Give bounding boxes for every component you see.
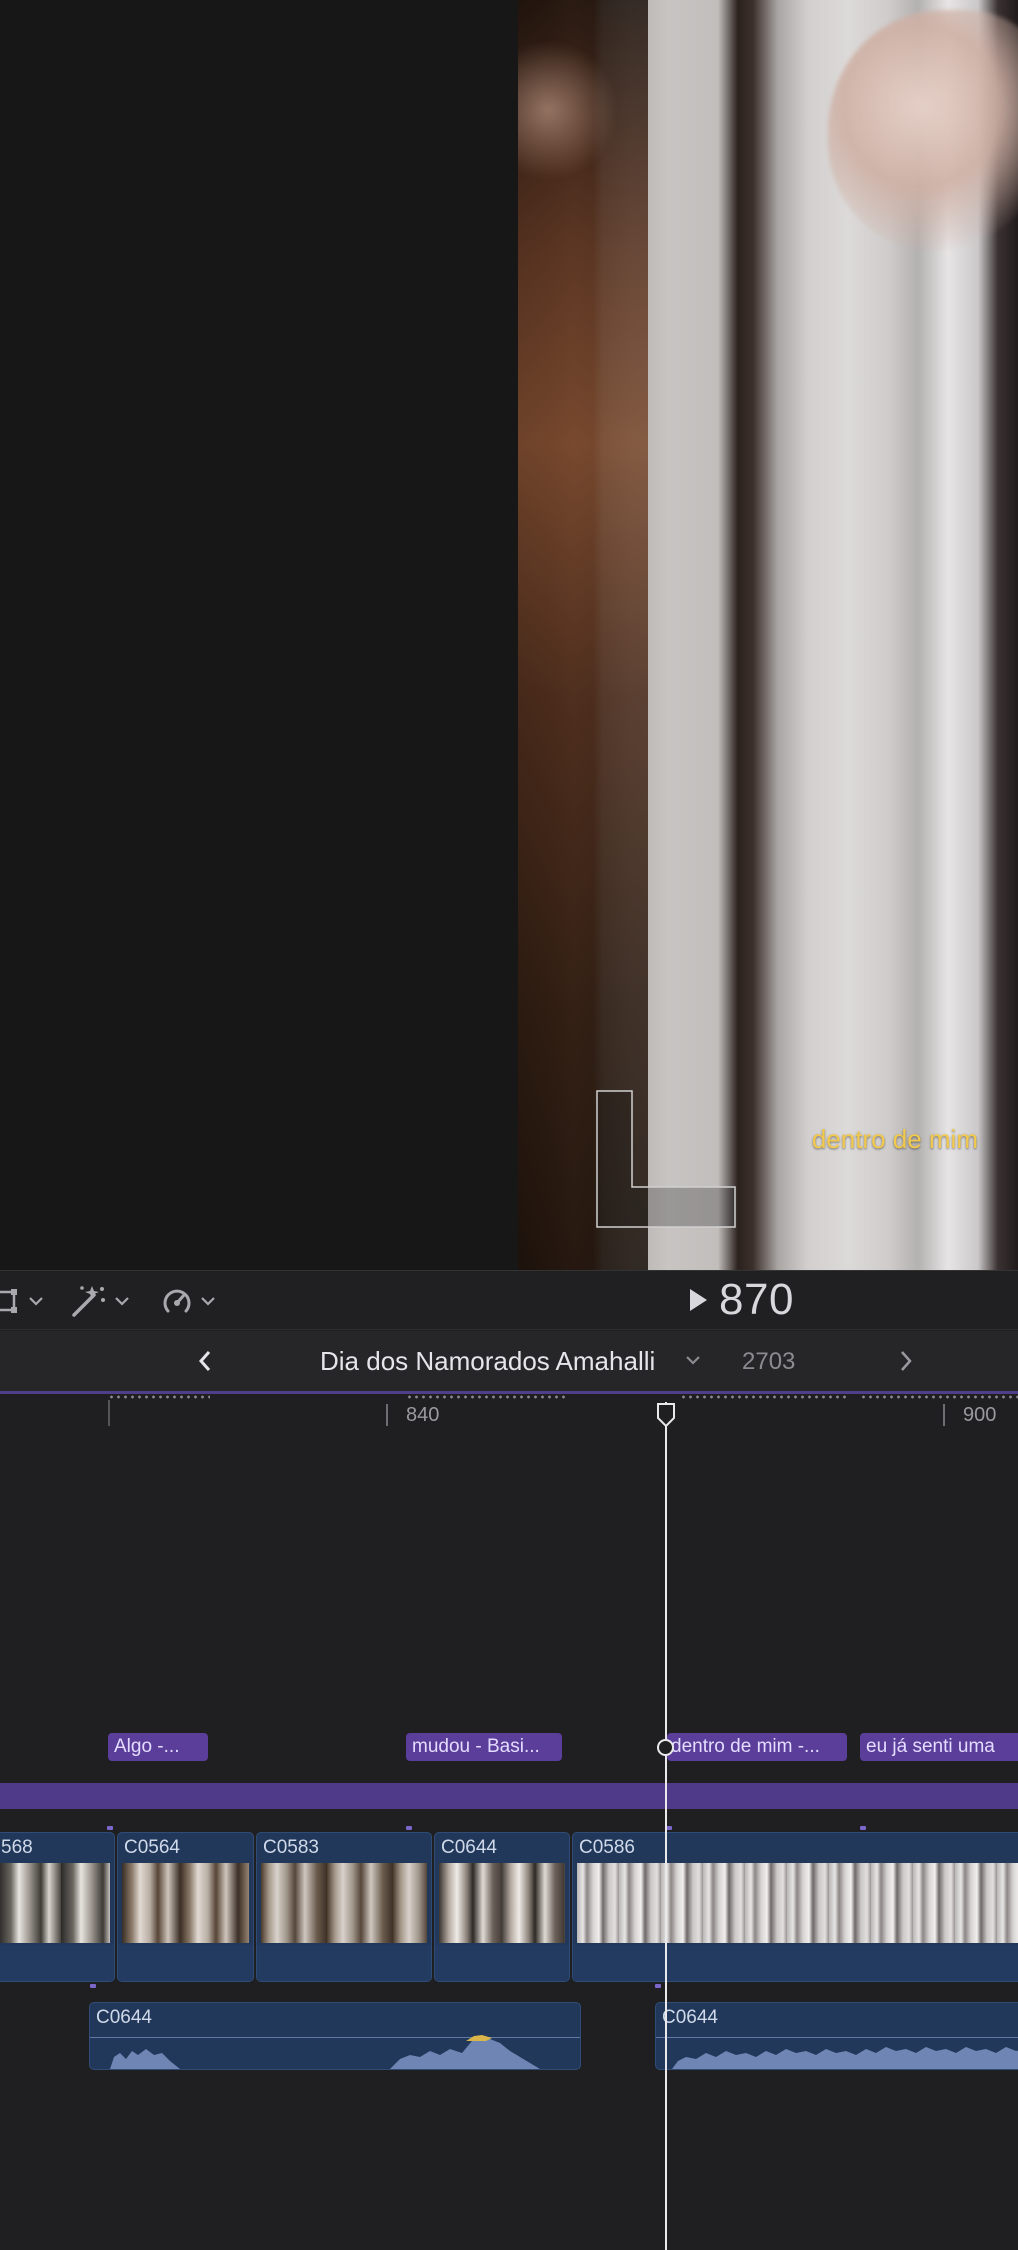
video-clip[interactable]: C0564 — [117, 1832, 254, 1982]
title-safe-corner-guide — [596, 1090, 736, 1228]
timecode-value: 870 — [719, 1275, 794, 1324]
frame-wood-texture — [518, 0, 648, 1270]
chevron-right-icon — [901, 1351, 912, 1371]
clip-audio-strip — [435, 1945, 569, 1981]
marker-3[interactable]: eu já senti uma — [860, 1733, 1018, 1761]
chevron-down-icon — [201, 1297, 215, 1306]
speedometer-icon — [163, 1289, 191, 1313]
ruler-label-900: 900 — [963, 1404, 997, 1426]
clip-name: C0586 — [579, 1837, 635, 1858]
clip-thumbnails — [0, 1863, 110, 1943]
video-clip[interactable]: C0586 — [572, 1832, 1018, 1982]
timeline-ruler[interactable] — [0, 1394, 1018, 1434]
previous-project-button[interactable] — [187, 1343, 223, 1379]
clip-marker-tick — [107, 1826, 113, 1830]
video-clip[interactable]: C0583 — [256, 1832, 432, 1982]
play-icon[interactable] — [690, 1289, 707, 1311]
clip-name: C0583 — [263, 1837, 319, 1858]
project-menu-chevron-icon[interactable] — [683, 1350, 703, 1370]
playhead-handle-icon[interactable] — [656, 1402, 676, 1428]
title-clip-bar[interactable] — [0, 1783, 1018, 1809]
clip-thumbnails — [439, 1863, 565, 1943]
clip-marker-tick — [655, 1984, 661, 1988]
clip-name: C0644 — [441, 1837, 497, 1858]
ruler-dotted-range — [680, 1395, 848, 1399]
app-window: dentro de mim 870 Dia dos Namorados Amah… — [0, 0, 1018, 2250]
ruler-tick — [386, 1404, 388, 1426]
project-duration: 2703 — [742, 1348, 796, 1375]
video-clip[interactable]: C0644 — [434, 1832, 570, 1982]
video-clip[interactable]: 568 — [0, 1832, 115, 1982]
clip-audio-strip — [118, 1945, 253, 1981]
clip-marker-tick — [406, 1826, 412, 1830]
ruler-dotted-range — [108, 1395, 210, 1399]
viewer-toolbar — [0, 1270, 1018, 1330]
chevron-left-icon — [198, 1351, 211, 1371]
ruler-label-840: 840 — [406, 1404, 440, 1426]
next-project-button[interactable] — [888, 1343, 924, 1379]
viewer-empty-area — [0, 0, 518, 1270]
crop-icon — [0, 1289, 17, 1313]
viewer: dentro de mim — [0, 0, 1018, 1270]
video-frame: dentro de mim — [518, 0, 1018, 1270]
audio-waveform — [656, 2047, 1018, 2069]
transform-tool[interactable] — [0, 1283, 44, 1319]
audio-clip-name: C0644 — [662, 2007, 718, 2028]
audio-clip[interactable]: C0644 — [89, 2002, 581, 2070]
audio-waveform — [90, 2035, 540, 2069]
ruler-tick — [943, 1404, 945, 1426]
audio-clip-name: C0644 — [96, 2007, 152, 2028]
chevron-down-icon — [29, 1297, 43, 1306]
project-title[interactable]: Dia dos Namorados Amahalli — [320, 1346, 655, 1377]
frame-blur-hand-right — [828, 10, 1018, 250]
clip-thumbnails — [122, 1863, 249, 1943]
magic-wand-icon — [72, 1286, 105, 1317]
marker-1[interactable]: mudou - Basi... — [406, 1733, 562, 1761]
timecode-display[interactable]: 870 — [690, 1275, 794, 1325]
clip-audio-strip — [573, 1945, 1018, 1981]
clip-thumbnails — [261, 1863, 427, 1943]
clip-audio-strip — [0, 1945, 114, 1981]
enhance-tool[interactable] — [68, 1283, 130, 1319]
audio-clip[interactable]: C0644 — [655, 2002, 1018, 2070]
clip-thumbnails — [577, 1863, 1018, 1943]
caption-text: dentro de mim — [811, 1124, 978, 1154]
speed-tool[interactable] — [160, 1283, 216, 1319]
clip-audio-strip — [257, 1945, 431, 1981]
clip-marker-tick — [860, 1826, 866, 1830]
clip-name: 568 — [1, 1837, 33, 1858]
chevron-down-icon — [115, 1297, 129, 1306]
ruler-tick — [108, 1400, 110, 1426]
ruler-dotted-range — [860, 1395, 1018, 1399]
marker-0[interactable]: Algo -... — [108, 1733, 208, 1761]
ruler-dotted-range — [406, 1395, 566, 1399]
playhead[interactable] — [665, 1402, 667, 2250]
marker-2[interactable]: dentro de mim -... — [667, 1733, 847, 1761]
playhead-marker-node — [657, 1739, 674, 1756]
clip-marker-tick — [90, 1984, 96, 1988]
clip-name: C0564 — [124, 1837, 180, 1858]
